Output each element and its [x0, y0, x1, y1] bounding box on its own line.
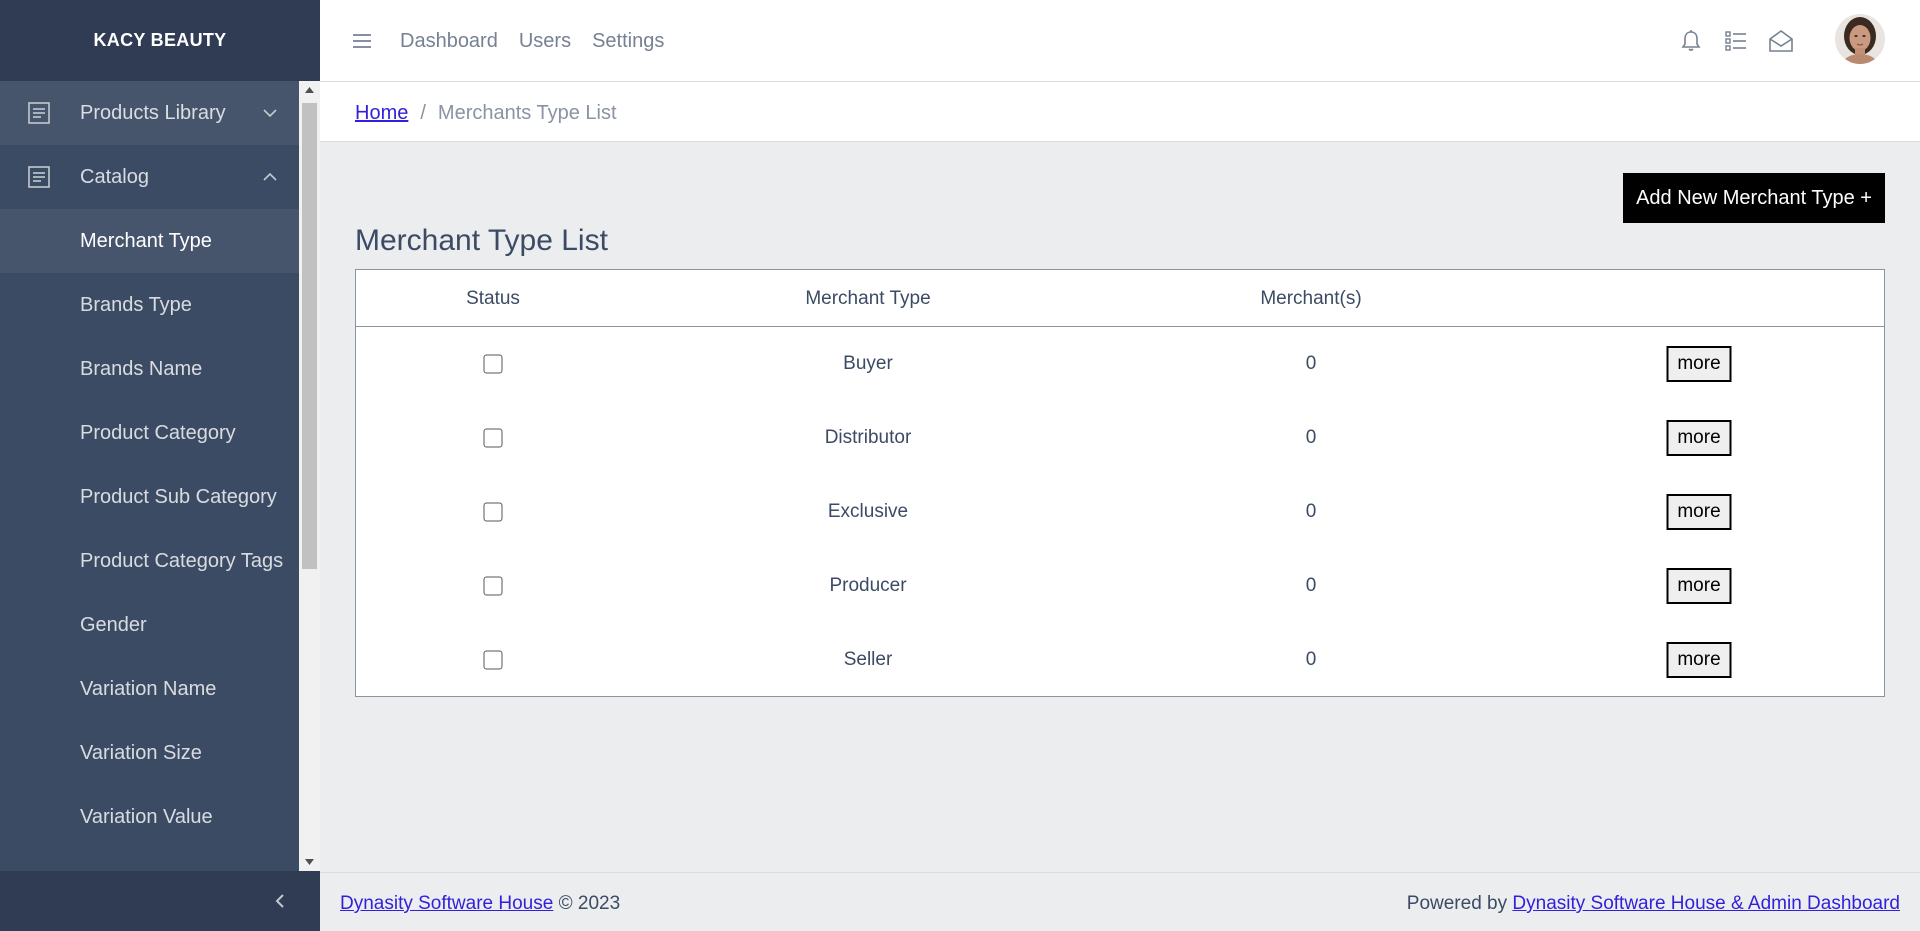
- chevron-left-icon: [275, 894, 284, 908]
- merchant-type-table: Status Merchant Type Merchant(s) Buyer 0…: [355, 269, 1885, 697]
- merchant-count-cell: 0: [1305, 575, 1317, 596]
- merchant-type-cell: Seller: [843, 649, 893, 670]
- merchant-type-cell: Distributor: [824, 427, 912, 448]
- footer-copyright: Dynasity Software House © 2023: [340, 893, 620, 915]
- table-row: Buyer 0 more: [356, 327, 1884, 401]
- footer-powered-by: Powered by Dynasity Software House & Adm…: [1407, 893, 1900, 915]
- breadcrumb: Home / Merchants Type List: [355, 102, 617, 125]
- header-link-settings[interactable]: Settings: [592, 30, 664, 53]
- table-row: Seller 0 more: [356, 623, 1884, 697]
- sidebar-item-brands-type[interactable]: Brands Type: [0, 273, 299, 337]
- column-header-merchants: Merchant(s): [1260, 288, 1362, 309]
- sidebar-item-variation-name[interactable]: Variation Name: [0, 657, 299, 721]
- sidebar-item-product-category[interactable]: Product Category: [0, 401, 299, 465]
- sidebar-item-partial[interactable]: Save/Embe: [0, 849, 299, 872]
- user-avatar[interactable]: [1835, 14, 1885, 64]
- header-link-users[interactable]: Users: [519, 30, 571, 53]
- footer-company-link[interactable]: Dynasity Software House: [340, 893, 553, 914]
- more-button[interactable]: more: [1666, 346, 1732, 382]
- sidebar-group-catalog[interactable]: Catalog: [0, 145, 299, 209]
- merchant-type-cell: Exclusive: [827, 501, 909, 522]
- merchant-count-cell: 0: [1305, 427, 1317, 448]
- top-header: Dashboard Users Settings: [320, 0, 1920, 82]
- more-button[interactable]: more: [1666, 642, 1732, 678]
- status-checkbox[interactable]: [483, 650, 503, 670]
- sidebar-group-label: Products Library: [80, 101, 226, 124]
- sidebar-item-gender[interactable]: Gender: [0, 593, 299, 657]
- footer: Dynasity Software House © 2023 Powered b…: [320, 872, 1920, 931]
- footer-powered-by-link[interactable]: Dynasity Software House & Admin Dashboar…: [1512, 893, 1900, 914]
- sidebar-minimize-button[interactable]: [0, 871, 320, 931]
- hamburger-menu-icon[interactable]: [350, 30, 374, 52]
- scrollbar-thumb[interactable]: [302, 103, 317, 569]
- sidebar-item-merchant-type[interactable]: Merchant Type: [0, 209, 299, 273]
- envelope-open-icon[interactable]: [1768, 28, 1794, 54]
- table-row: Exclusive 0 more: [356, 475, 1884, 549]
- scroll-down-arrow-icon[interactable]: [304, 856, 315, 867]
- main-content: Add New Merchant Type + Merchant Type Li…: [320, 142, 1920, 872]
- more-button[interactable]: more: [1666, 568, 1732, 604]
- column-header-status: Status: [466, 288, 520, 309]
- footer-powered-by-label: Powered by: [1406, 893, 1508, 914]
- sidebar-group-label: Catalog: [80, 165, 149, 188]
- avatar-image: [1835, 14, 1885, 64]
- merchant-count-cell: 0: [1305, 501, 1317, 522]
- document-icon: [28, 166, 50, 188]
- add-new-merchant-type-button[interactable]: Add New Merchant Type +: [1623, 173, 1885, 223]
- status-checkbox[interactable]: [483, 354, 503, 374]
- chevron-down-icon: [263, 109, 277, 118]
- more-button[interactable]: more: [1666, 420, 1732, 456]
- status-checkbox[interactable]: [483, 576, 503, 596]
- table-row: Producer 0 more: [356, 549, 1884, 623]
- header-link-dashboard[interactable]: Dashboard: [400, 30, 498, 53]
- brand-logo[interactable]: KACY BEAUTY: [0, 0, 320, 81]
- sidebar-nav-scroll-area: Products Library Catalog Merchant Type B…: [0, 81, 320, 871]
- list-icon[interactable]: [1723, 28, 1749, 54]
- chevron-up-icon: [263, 172, 277, 181]
- sidebar-nav: Products Library Catalog Merchant Type B…: [0, 81, 299, 871]
- status-checkbox[interactable]: [483, 428, 503, 448]
- more-button[interactable]: more: [1666, 494, 1732, 530]
- page-title: Merchant Type List: [355, 224, 608, 257]
- breadcrumb-current: Merchants Type List: [437, 102, 617, 124]
- merchant-type-cell: Producer: [829, 575, 907, 596]
- bell-icon[interactable]: [1678, 28, 1704, 54]
- sidebar-item-brands-name[interactable]: Brands Name: [0, 337, 299, 401]
- sidebar-scrollbar[interactable]: [299, 81, 320, 871]
- sidebar-item-product-category-tags[interactable]: Product Category Tags: [0, 529, 299, 593]
- sidebar-group-products-library[interactable]: Products Library: [0, 81, 299, 145]
- table-header-row: Status Merchant Type Merchant(s): [356, 270, 1884, 327]
- footer-copyright-text: © 2023: [558, 893, 621, 914]
- subheader: Home / Merchants Type List: [320, 82, 1920, 142]
- column-header-merchant-type: Merchant Type: [805, 288, 931, 309]
- scroll-up-arrow-icon[interactable]: [304, 85, 315, 96]
- sidebar: KACY BEAUTY Products Library Catalog Mer…: [0, 0, 320, 931]
- table-row: Distributor 0 more: [356, 401, 1884, 475]
- merchant-type-cell: Buyer: [843, 353, 893, 374]
- header-nav: Dashboard Users Settings: [400, 30, 664, 53]
- breadcrumb-home-link[interactable]: Home: [355, 102, 408, 125]
- merchant-count-cell: 0: [1305, 649, 1317, 670]
- sidebar-item-variation-value[interactable]: Variation Value: [0, 785, 299, 849]
- document-icon: [28, 102, 50, 124]
- sidebar-item-variation-size[interactable]: Variation Size: [0, 721, 299, 785]
- merchant-count-cell: 0: [1305, 353, 1317, 374]
- status-checkbox[interactable]: [483, 502, 503, 522]
- breadcrumb-separator: /: [420, 102, 426, 124]
- sidebar-item-product-sub-category[interactable]: Product Sub Category: [0, 465, 299, 529]
